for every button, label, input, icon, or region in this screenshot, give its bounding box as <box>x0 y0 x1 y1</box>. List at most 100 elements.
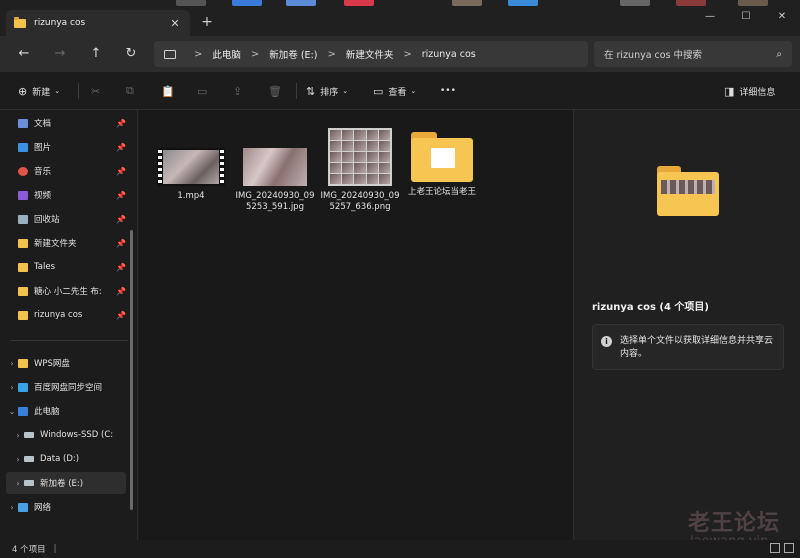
chevron-right-icon[interactable]: › <box>6 503 18 512</box>
folder-icon <box>657 166 719 216</box>
folder-icon <box>14 16 26 28</box>
forward-button[interactable]: → <box>50 44 70 64</box>
recycle-bin-icon <box>18 214 28 224</box>
up-button[interactable]: ↑ <box>86 44 106 64</box>
chevron-right-icon[interactable]: › <box>12 479 24 488</box>
sidebar-item-new-folder[interactable]: 新建文件夹 📌 <box>6 232 126 254</box>
new-button[interactable]: ⊕ 新建 ⌄ <box>18 82 60 100</box>
details-pane-icon: ◨ <box>724 84 735 98</box>
chevron-right-icon[interactable]: › <box>12 431 24 440</box>
this-pc-icon <box>18 406 28 416</box>
sidebar-item-tangxin[interactable]: 糖心 小二先生 布: 📌 <box>6 280 126 302</box>
share-icon: ⇪ <box>233 84 243 98</box>
cut-button[interactable]: ✂ <box>91 82 105 100</box>
sidebar-item-drive-e[interactable]: › 新加卷 (E:) <box>6 472 126 494</box>
copy-button[interactable]: ⧉ <box>126 82 139 100</box>
sidebar-item-label: 此电脑 <box>34 407 60 417</box>
close-tab-icon[interactable]: ✕ <box>168 17 182 30</box>
details-info-text: 选择单个文件以获取详细信息并共享云内容。 <box>620 336 774 359</box>
video-icon <box>18 190 28 200</box>
wps-cloud-icon <box>18 358 28 368</box>
minimize-button[interactable]: — <box>692 6 728 30</box>
divider <box>296 83 297 99</box>
status-bar: 4 个项目 | <box>0 540 800 558</box>
sidebar-item-pictures[interactable]: 图片 📌 <box>6 136 126 158</box>
back-button[interactable]: ← <box>14 44 34 64</box>
sidebar-item-drive-d[interactable]: › Data (D:) <box>6 448 126 470</box>
new-tab-button[interactable]: + <box>198 14 216 30</box>
chevron-right-icon[interactable]: › <box>6 383 18 392</box>
share-button[interactable]: ⇪ <box>233 82 247 100</box>
sidebar-item-rizunya-cos[interactable]: rizunya cos 📌 <box>6 304 126 326</box>
sidebar-scrollbar[interactable] <box>130 230 133 510</box>
sidebar-item-label: 新建文件夹 <box>34 239 77 249</box>
search-input[interactable]: 在 rizunya cos 中搜索 <box>604 47 776 61</box>
sidebar-item-tales[interactable]: Tales 📌 <box>6 256 126 278</box>
plus-circle-icon: ⊕ <box>18 84 28 98</box>
close-window-button[interactable]: ✕ <box>764 6 800 30</box>
more-options-button[interactable]: ••• <box>440 82 456 100</box>
sidebar-item-music[interactable]: 音乐 📌 <box>6 160 126 182</box>
sidebar-item-label: 糖心 小二先生 布: <box>34 287 102 297</box>
baidu-cloud-icon <box>18 382 28 392</box>
image-thumbnail <box>243 148 307 186</box>
trash-icon: 🗑 <box>268 84 282 98</box>
sidebar-item-wps-cloud[interactable]: › WPS网盘 <box>6 352 126 374</box>
tab-rizunya-cos[interactable]: rizunya cos ✕ <box>6 10 190 36</box>
sidebar-item-baidu-sync[interactable]: › 百度网盘同步空间 <box>6 376 126 398</box>
chevron-right-icon[interactable]: › <box>12 455 24 464</box>
chevron-right-icon[interactable]: › <box>6 359 18 368</box>
file-item[interactable]: 1.mp4 <box>151 124 231 202</box>
folder-item[interactable]: 上老王论坛当老王 <box>402 124 482 198</box>
tab-title: rizunya cos <box>34 18 86 28</box>
tiles-view-icon[interactable] <box>784 543 794 553</box>
search-box[interactable]: 在 rizunya cos 中搜索 ⌕ <box>594 41 792 67</box>
rename-button[interactable]: ▭ <box>197 82 212 100</box>
breadcrumb-separator[interactable]: > <box>403 49 411 60</box>
details-view-icon[interactable] <box>770 543 780 553</box>
sidebar-item-label: 网络 <box>34 503 52 513</box>
sidebar-item-recycle-bin[interactable]: 回收站 📌 <box>6 208 126 230</box>
sidebar-item-videos[interactable]: 视频 📌 <box>6 184 126 206</box>
sort-label: 排序 <box>320 87 339 98</box>
breadcrumb-new-folder[interactable]: 新建文件夹 <box>346 47 394 61</box>
file-name: 1.mp4 <box>177 191 205 201</box>
view-button[interactable]: ▭ 查看 ⌄ <box>373 82 416 100</box>
chevron-down-icon: ⌄ <box>342 87 349 95</box>
sidebar-item-label: Tales <box>34 262 56 272</box>
chevron-down-icon[interactable]: ⌄ <box>6 407 18 416</box>
breadcrumb-separator[interactable]: > <box>251 49 259 60</box>
pictures-icon <box>18 142 28 152</box>
paste-button[interactable]: 📋 <box>161 82 180 100</box>
breadcrumb-drive-e[interactable]: 新加卷 (E:) <box>269 47 317 61</box>
sidebar-item-drive-c[interactable]: › Windows-SSD (C: <box>6 424 126 446</box>
details-label: 详细信息 <box>739 87 776 98</box>
new-label: 新建 <box>32 87 51 98</box>
breadcrumb-rizunya-cos[interactable]: rizunya cos <box>422 49 476 60</box>
sidebar-item-documents[interactable]: 文档 📌 <box>6 112 126 134</box>
breadcrumb-separator[interactable]: > <box>194 49 202 60</box>
video-thumbnail <box>157 148 225 186</box>
details-toggle-button[interactable]: ◨ 详细信息 <box>724 82 775 100</box>
sidebar-item-this-pc[interactable]: ⌄ 此电脑 <box>6 400 126 422</box>
pin-icon: 📌 <box>116 310 126 320</box>
music-icon <box>18 166 28 176</box>
divider <box>78 83 79 99</box>
refresh-button[interactable]: ↻ <box>121 44 141 64</box>
folder-name: 上老王论坛当老王 <box>407 187 476 197</box>
breadcrumb-separator[interactable]: > <box>327 49 335 60</box>
sidebar-item-network[interactable]: › 网络 <box>6 496 126 518</box>
sidebar-item-label: 图片 <box>34 143 52 153</box>
sort-button[interactable]: ⇅ 排序 ⌄ <box>306 82 348 100</box>
breadcrumb-this-pc[interactable]: 此电脑 <box>212 47 241 61</box>
address-bar[interactable]: > 此电脑 > 新加卷 (E:) > 新建文件夹 > rizunya cos <box>154 41 588 67</box>
file-item[interactable]: IMG_20240930_095257_636.png <box>320 124 400 213</box>
sidebar-item-label: 百度网盘同步空间 <box>34 383 103 393</box>
sidebar-item-label: rizunya cos <box>34 310 83 320</box>
search-icon[interactable]: ⌕ <box>776 49 782 60</box>
sidebar-item-label: 回收站 <box>34 215 60 225</box>
delete-button[interactable]: 🗑 <box>268 82 287 100</box>
copy-icon: ⧉ <box>126 84 134 97</box>
file-item[interactable]: IMG_20240930_095253_591.jpg <box>235 124 315 213</box>
maximize-button[interactable]: ☐ <box>728 6 764 30</box>
